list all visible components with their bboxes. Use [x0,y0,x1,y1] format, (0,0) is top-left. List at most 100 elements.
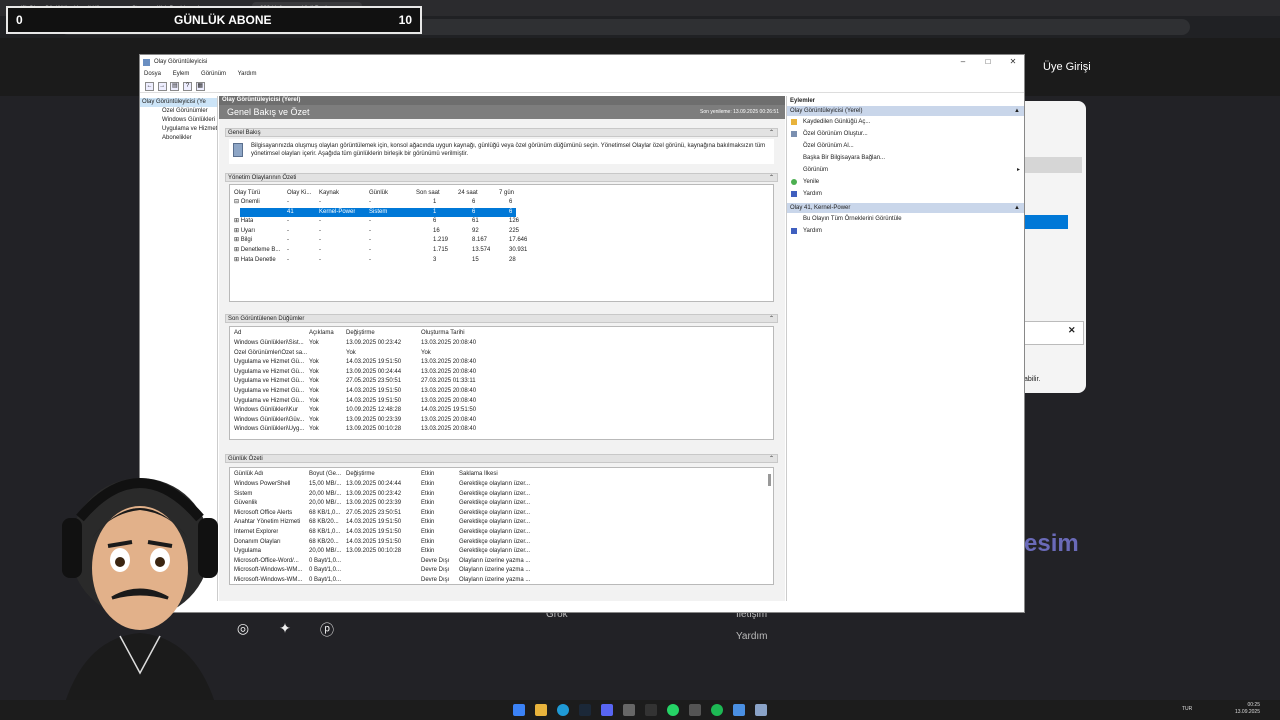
table-row[interactable]: Internet Explorer 68 KB/1,0... 14.03.2025 … [230,528,550,537]
discord-icon[interactable] [601,704,613,716]
section-overview-header[interactable]: Genel Bakış ⌃ [225,128,778,137]
action-pane-icon[interactable]: ▦ [195,82,205,91]
table-row[interactable]: Anahtar Yönetim Hizmeti 68 KB/20... 14.03.… [230,518,550,527]
col-header[interactable]: Olay Ki... [287,189,311,198]
action-view[interactable]: Görünüm ▸ [787,164,1024,176]
app-icon[interactable] [733,704,745,716]
close-icon[interactable]: ✕ [1068,325,1076,336]
system-clock[interactable]: 00:25 13.09.2025 [1235,702,1260,716]
steam-icon[interactable] [579,704,591,716]
action-create-custom-view[interactable]: Özel Görünüm Oluştur... [787,128,1024,140]
menu-action[interactable]: Eylem [173,71,190,77]
table-row[interactable]: Donanım Olayları 68 KB/20... 14.03.2025 19… [230,538,550,547]
pinterest-icon[interactable]: ⓟ [318,620,336,638]
table-row[interactable]: Özel Görünümler\Özet sa... Yok Yok [230,349,550,358]
col-header[interactable]: Son saat [416,189,440,198]
col-header[interactable]: Kaynak [319,189,339,198]
collapse-icon[interactable]: ⌃ [769,315,774,323]
col-header[interactable]: 7 gün [499,189,514,198]
login-link[interactable]: Üye Girişi [1043,61,1091,73]
table-row[interactable]: Microsoft-Office-Word/... 0 Bayt/1,0... De… [230,557,550,566]
collapse-icon[interactable]: ⌃ [769,455,774,463]
collapse-icon[interactable]: ▲ [1014,106,1020,116]
table-row[interactable]: 41 Kernel-Power Sistem 1 6 6 [240,207,516,217]
table-row[interactable]: Sistem 20,00 MB/... 13.09.2025 00:23:42 Etk… [230,490,550,499]
action-connect-computer[interactable]: Başka Bir Bilgisayara Bağlan... [787,152,1024,164]
actions-group-local[interactable]: Olay Görüntüleyicisi (Yerel) ▲ [787,106,1024,116]
col-header[interactable]: Oluşturma Tarihi [421,329,465,338]
menu-file[interactable]: Dosya [144,71,161,77]
col-header[interactable]: Değiştirme [346,329,375,338]
maximize-icon[interactable]: □ [977,55,999,69]
table-row[interactable]: Güvenlik 20,00 MB/... 13.09.2025 00:23:39 E… [230,499,550,508]
table-row[interactable]: ⊞ Uyarı - - - 16 92 225 [230,227,550,236]
action-open-saved-log[interactable]: Kaydedilen Günlüğü Aç... [787,116,1024,128]
section-logs-header[interactable]: Günlük Özeti ⌃ [225,454,778,463]
action-help[interactable]: Yardım [787,188,1024,200]
col-header[interactable]: Olay Türü [234,189,260,198]
back-icon[interactable]: ← [145,82,154,91]
action-view-all-instances[interactable]: Bu Olayın Tüm Örneklerini Görüntüle [787,213,1024,225]
file-explorer-icon[interactable] [535,704,547,716]
edge-browser-icon[interactable] [557,704,569,716]
table-row[interactable]: ⊞ Bilgi - - - 1.219 8.167 17.646 [230,236,550,245]
col-header[interactable]: Günlük [369,189,388,198]
collapse-icon[interactable]: ⌃ [769,174,774,182]
spotify-icon[interactable] [711,704,723,716]
table-row[interactable]: Uygulama ve Hizmet Gü... Yok 14.03.2025 19… [230,397,550,406]
table-row[interactable]: Windows Günlükleri\Sist... Yok 13.09.2025 … [230,339,550,348]
collapse-icon[interactable]: ▲ [1014,203,1020,213]
col-header[interactable]: 24 saat [458,189,478,198]
whatsapp-icon[interactable] [667,704,679,716]
action-help-event[interactable]: Yardım [787,225,1024,237]
scrollbar-thumb[interactable] [768,474,771,486]
tree-item-custom-views[interactable]: Özel Görünümler [140,107,217,116]
table-row[interactable]: Uygulama ve Hizmet Gü... Yok 14.03.2025 19… [230,387,550,396]
tree-item-root[interactable]: Olay Görüntüleyicisi (Ye [140,98,217,107]
table-row[interactable]: Windows Günlükleri\Güv... Yok 13.09.2025 0… [230,416,550,425]
menu-view[interactable]: Görünüm [201,71,226,77]
epic-games-icon[interactable] [645,704,657,716]
minimize-icon[interactable]: – [952,55,974,69]
table-row[interactable]: ⊟ Önemli - - - 1 6 6 [230,198,550,207]
close-icon[interactable]: ✕ [1002,55,1024,69]
table-row[interactable]: Uygulama 20,00 MB/... 13.09.2025 00:10:28 E… [230,547,550,556]
section-admin-header[interactable]: Yönetim Olaylarının Özeti ⌃ [225,173,778,182]
col-header[interactable]: Boyut (Ge... [309,470,341,479]
table-row[interactable]: Microsoft Office Alerts 68 KB/1,0... 27.05… [230,509,550,518]
table-row[interactable]: Windows Günlükleri\Kur Yok 10.09.2025 12:4… [230,406,550,415]
language-indicator[interactable]: TUR [1182,706,1192,712]
table-row[interactable]: Uygulama ve Hizmet Gü... Yok 13.09.2025 00… [230,368,550,377]
help-icon[interactable]: ? [183,82,193,91]
table-row[interactable]: Microsoft-Windows-WM... 0 Bayt/1,0... Devr… [230,576,550,584]
table-row[interactable]: ⊞ Hata - - - 6 61 126 [230,217,550,226]
col-header[interactable]: Değiştirme [346,470,375,479]
footer-link-help[interactable]: Yardım [736,631,768,642]
table-row[interactable]: Uygulama ve Hizmet Gü... Yok 27.05.2025 23… [230,377,550,386]
col-header[interactable]: Ad [234,329,241,338]
tree-item-app-service-logs[interactable]: Uygulama ve Hizmet [140,125,217,134]
tree-item-subscriptions[interactable]: Abonelikler [140,134,217,143]
event-viewer-taskbar-icon[interactable] [755,704,767,716]
section-recent-header[interactable]: Son Görüntülenen Düğümler ⌃ [225,314,778,323]
table-row[interactable]: Microsoft-Windows-WM... 0 Bayt/1,0... Devr… [230,566,550,575]
app-icon[interactable] [623,704,635,716]
table-row[interactable]: Uygulama ve Hizmet Gü... Yok 14.03.2025 19… [230,358,550,367]
table-row[interactable]: Windows Günlükleri\Uyg... Yok 13.09.2025 0… [230,425,550,434]
tree-item-windows-logs[interactable]: Windows Günlükleri [140,116,217,125]
console-tree-icon[interactable]: ▤ [170,82,180,91]
forward-icon[interactable]: → [157,82,167,91]
action-refresh[interactable]: Yenile [787,176,1024,188]
collapse-icon[interactable]: ⌃ [769,129,774,137]
menu-help[interactable]: Yardım [238,71,257,77]
col-header[interactable]: Etkin [421,470,434,479]
app-icon[interactable] [689,704,701,716]
table-row[interactable]: ⊞ Denetleme B... - - -1.715 13.574 30.931 [230,246,550,255]
action-import-custom-view[interactable]: Özel Görünüm Al... [787,140,1024,152]
col-header[interactable]: Açıklama [309,329,334,338]
twitter-icon[interactable]: ✦ [276,620,294,638]
col-header[interactable]: Saklama İlkesi [459,470,498,479]
actions-group-event[interactable]: Olay 41, Kernel-Power ▲ [787,203,1024,213]
table-row[interactable]: ⊞ Hata Denetle - - - 3 15 28 [230,256,550,265]
table-row[interactable]: Windows PowerShell 15,00 MB/... 13.09.2025… [230,480,550,489]
